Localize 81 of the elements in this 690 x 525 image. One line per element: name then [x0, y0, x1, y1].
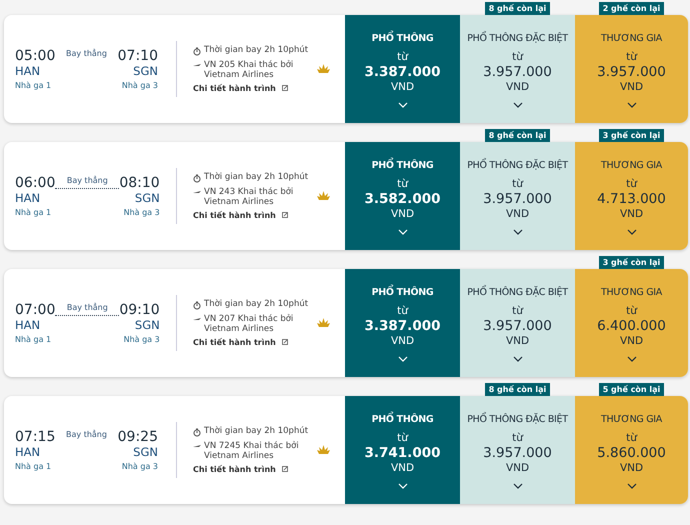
stopwatch-icon	[193, 428, 201, 436]
itinerary-details-link[interactable]: Chi tiết hành trình	[193, 84, 276, 92]
fare-option[interactable]: THƯƠNG GIA từ 6.400.000 VND	[575, 269, 688, 377]
fare-option[interactable]: PHỔ THÔNG ĐẶC BIỆT từ 3.957.000 VND	[460, 142, 575, 250]
departure-time: 07:00	[15, 302, 56, 318]
chevron-down-icon	[398, 356, 408, 362]
arrival-airport: SGN	[134, 318, 160, 332]
arrival-terminal: Nhà ga 3	[124, 208, 160, 217]
flight-number: VN 243 Khai thác bởi Vietnam Airlines	[204, 186, 294, 206]
arrival-airport: SGN	[133, 64, 158, 78]
external-link-icon	[282, 466, 288, 472]
fare-option[interactable]: PHỔ THÔNG ĐẶC BIỆT từ 3.957.000 VND	[460, 396, 575, 504]
fare-option[interactable]: PHỔ THÔNG từ 3.741.000 VND	[345, 396, 460, 504]
flight-duration: Thời gian bay 2h 10phút	[204, 298, 308, 308]
departure-airport: HAN	[15, 318, 42, 332]
departure-terminal: Nhà ga 1	[15, 208, 52, 217]
departure-airport: HAN	[15, 191, 42, 205]
stop-label: Bay thẳng	[66, 176, 108, 185]
stop-label: Bay thẳng	[66, 430, 107, 439]
fare-option[interactable]: PHỔ THÔNG từ 3.387.000 VND	[345, 15, 460, 123]
seats-left-badge: 5 ghế còn lại	[598, 383, 664, 396]
itinerary-details-link[interactable]: Chi tiết hành trình	[193, 338, 276, 346]
fare-option[interactable]: THƯƠNG GIA từ 4.713.000 VND	[575, 142, 688, 250]
chevron-down-icon	[512, 229, 522, 235]
departure-terminal: Nhà ga 1	[15, 335, 52, 344]
chevron-down-icon	[626, 483, 636, 489]
flight-number: VN 205 Khai thác bởi Vietnam Airlines	[204, 60, 294, 80]
external-link-icon	[282, 338, 288, 344]
itinerary-details-link[interactable]: Chi tiết hành trình	[193, 464, 276, 474]
chevron-down-icon	[626, 356, 636, 362]
stop-label: Bay thẳng	[66, 303, 108, 312]
departure-time: 06:00	[15, 175, 56, 191]
flight-number: VN 7245 Khai thác bởi Vietnam Airlines	[204, 440, 300, 460]
arrival-terminal: Nhà ga 3	[124, 335, 160, 344]
departure-terminal: Nhà ga 1	[15, 81, 52, 90]
flight-duration: Thời gian bay 2h 10phút	[204, 172, 308, 182]
seats-left-badge: 8 ghế còn lại	[484, 129, 550, 142]
fare-option[interactable]: THƯƠNG GIA từ 3.957.000 VND	[575, 15, 688, 123]
arrival-time: 07:10	[118, 48, 158, 64]
seats-left-badge: 3 ghế còn lại	[598, 129, 664, 142]
flight-duration: Thời gian bay 2h 10phút	[204, 44, 308, 54]
chevron-down-icon	[398, 483, 408, 489]
stopwatch-icon	[193, 300, 201, 310]
fare-option[interactable]: PHỔ THÔNG từ 3.582.000 VND	[345, 142, 460, 250]
external-link-icon	[282, 84, 288, 90]
chevron-down-icon	[398, 229, 408, 235]
stopwatch-icon	[193, 174, 201, 182]
arrival-airport: SGN	[133, 445, 158, 459]
seats-left-badge: 8 ghế còn lại	[484, 2, 550, 15]
chevron-down-icon	[512, 102, 522, 108]
departure-airport: HAN	[15, 64, 42, 78]
arrival-time: 09:25	[118, 429, 158, 445]
fare-option[interactable]: PHỔ THÔNG từ 3.387.000 VND	[345, 269, 460, 377]
route-line	[55, 315, 120, 316]
chevron-down-icon	[398, 102, 408, 108]
fare-option[interactable]: PHỔ THÔNG ĐẶC BIỆT từ 3.957.000 VND	[460, 269, 575, 377]
seats-left-badge: 3 ghế còn lại	[598, 256, 664, 269]
flight-duration: Thời gian bay 2h 10phút	[204, 426, 308, 436]
stopwatch-icon	[193, 46, 201, 56]
flight-number: VN 207 Khai thác bởi Vietnam Airlines	[204, 314, 294, 334]
chevron-down-icon	[512, 483, 522, 489]
route-line	[55, 188, 120, 189]
seats-left-badge: 2 ghế còn lại	[598, 2, 664, 15]
arrival-time: 09:10	[119, 302, 160, 318]
stop-label: Bay thẳng	[66, 49, 107, 58]
departure-time: 05:00	[15, 48, 56, 64]
itinerary-details-link[interactable]: Chi tiết hành trình	[193, 210, 276, 220]
seats-left-badge: 8 ghế còn lại	[484, 383, 550, 396]
external-link-icon	[282, 212, 288, 218]
arrival-airport: SGN	[134, 191, 160, 205]
arrival-terminal: Nhà ga 3	[122, 462, 158, 471]
chevron-down-icon	[626, 229, 636, 235]
chevron-down-icon	[626, 102, 636, 108]
departure-time: 07:15	[15, 429, 56, 445]
chevron-down-icon	[512, 356, 522, 362]
departure-airport: HAN	[15, 445, 42, 459]
fare-option[interactable]: PHỔ THÔNG ĐẶC BIỆT từ 3.957.000 VND	[460, 15, 575, 123]
arrival-time: 08:10	[119, 175, 160, 191]
fare-option[interactable]: THƯƠNG GIA từ 5.860.000 VND	[575, 396, 688, 504]
arrival-terminal: Nhà ga 3	[122, 81, 158, 90]
departure-terminal: Nhà ga 1	[15, 462, 52, 471]
